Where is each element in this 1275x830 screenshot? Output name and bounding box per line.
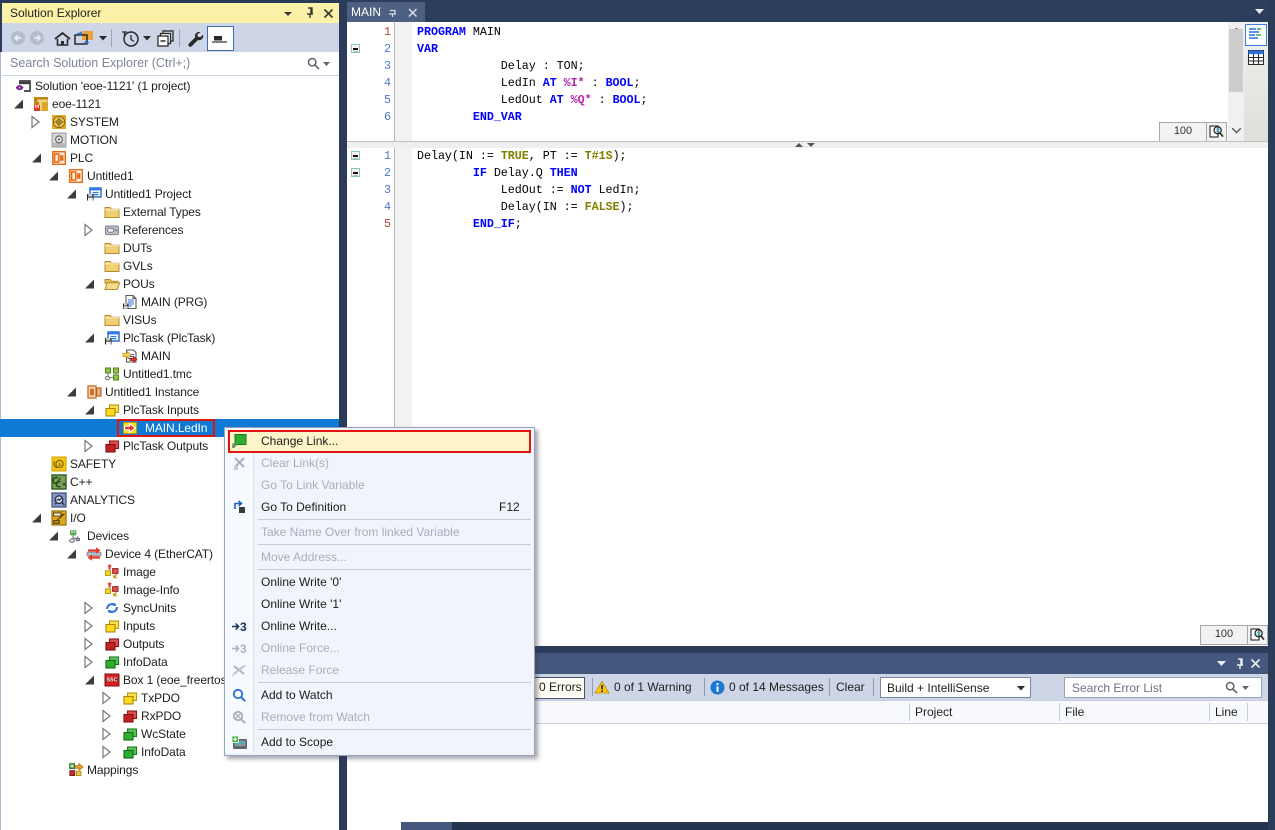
svg-text:3: 3 <box>240 642 247 655</box>
svg-text:3: 3 <box>240 620 247 633</box>
